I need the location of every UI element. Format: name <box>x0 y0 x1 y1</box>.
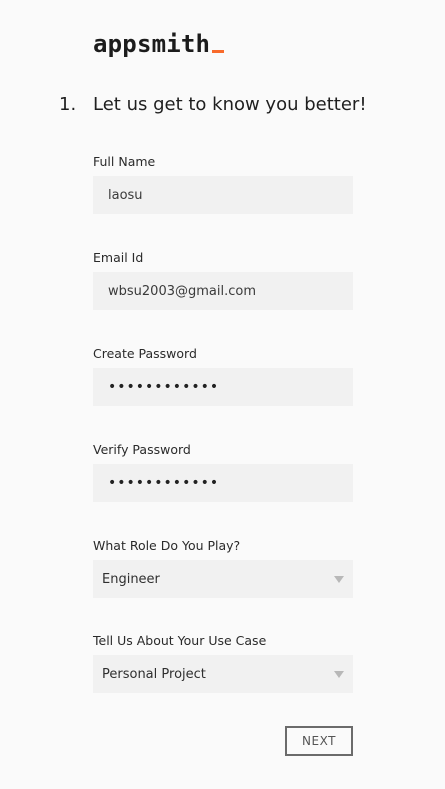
step-header: 1. Let us get to know you better! <box>59 92 439 116</box>
role-field: What Role Do You Play? Engineer <box>93 538 353 598</box>
step-number: 1. <box>59 93 77 115</box>
email-field: Email Id wbsu2003@gmail.com <box>93 250 353 310</box>
full-name-value: laosu <box>108 187 143 203</box>
email-value: wbsu2003@gmail.com <box>108 283 256 299</box>
role-select[interactable]: Engineer <box>93 560 353 598</box>
verify-password-input[interactable]: •••••••••••• <box>93 464 353 502</box>
use-case-select[interactable]: Personal Project <box>93 655 353 693</box>
verify-password-label: Verify Password <box>93 442 191 457</box>
logo-underscore-accent <box>212 50 225 53</box>
next-button[interactable]: NEXT <box>285 726 353 756</box>
use-case-field: Tell Us About Your Use Case Personal Pro… <box>93 633 353 693</box>
full-name-input[interactable]: laosu <box>93 176 353 214</box>
create-password-input[interactable]: •••••••••••• <box>93 368 353 406</box>
create-password-field: Create Password •••••••••••• <box>93 346 353 406</box>
logo-text: appsmith <box>93 30 211 58</box>
create-password-value: •••••••••••• <box>108 379 220 395</box>
caret-down-icon <box>334 575 344 583</box>
full-name-field: Full Name laosu <box>93 154 353 214</box>
next-button-label: NEXT <box>302 734 336 748</box>
email-label: Email Id <box>93 250 144 265</box>
role-selected-value: Engineer <box>102 571 160 587</box>
full-name-label: Full Name <box>93 154 156 169</box>
caret-down-icon <box>334 670 344 678</box>
step-title: Let us get to know you better! <box>93 93 367 115</box>
appsmith-logo: appsmith <box>93 30 225 60</box>
create-password-label: Create Password <box>93 346 197 361</box>
role-label: What Role Do You Play? <box>93 538 241 553</box>
verify-password-field: Verify Password •••••••••••• <box>93 442 353 502</box>
email-input[interactable]: wbsu2003@gmail.com <box>93 272 353 310</box>
use-case-label: Tell Us About Your Use Case <box>93 633 267 648</box>
use-case-selected-value: Personal Project <box>102 666 206 682</box>
verify-password-value: •••••••••••• <box>108 475 220 491</box>
